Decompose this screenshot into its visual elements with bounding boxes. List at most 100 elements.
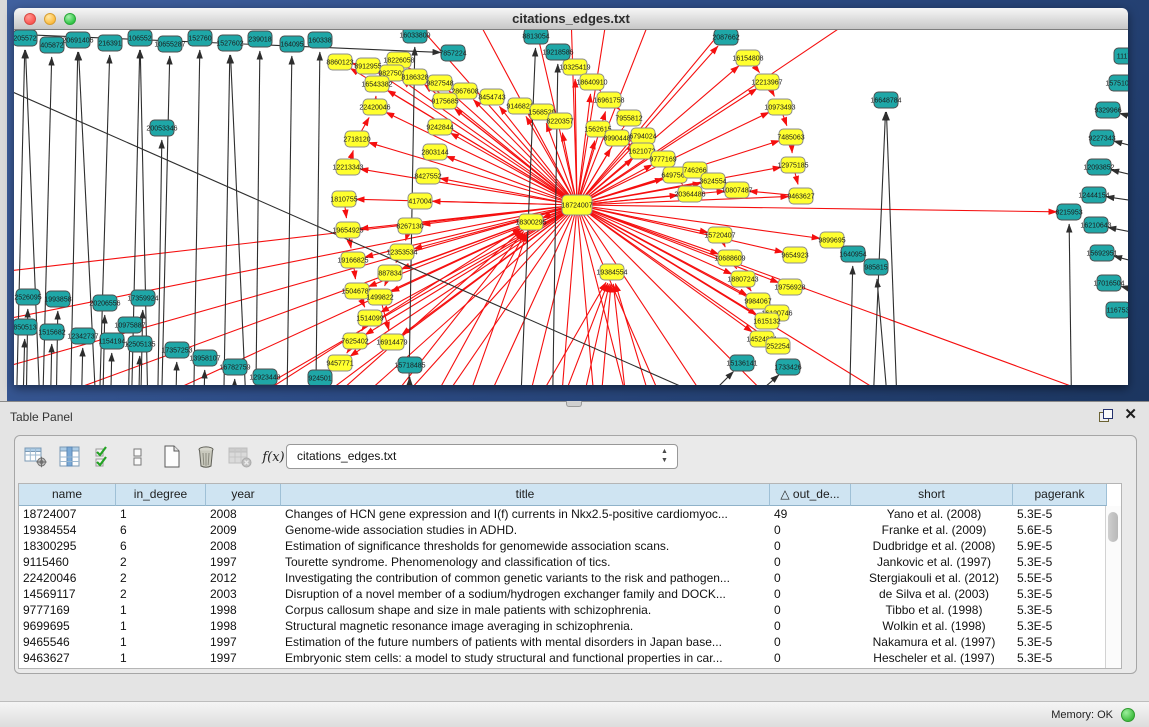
graph-node[interactable]: 15720407 xyxy=(704,227,735,243)
graph-node[interactable]: 20691406 xyxy=(62,32,93,48)
graph-node[interactable]: 12975185 xyxy=(777,157,808,173)
graph-node[interactable]: 7857224 xyxy=(439,45,466,61)
column-header-title[interactable]: title xyxy=(281,484,770,506)
graph-node[interactable]: 8454743 xyxy=(478,89,505,105)
table-row[interactable]: 2242004622012Investigating the contribut… xyxy=(19,570,1121,586)
graph-node[interactable]: 12505135 xyxy=(124,336,155,352)
graph-node[interactable]: 9654923 xyxy=(781,247,808,263)
graph-node[interactable]: 18300295 xyxy=(515,214,546,230)
graph-node[interactable]: 10655287 xyxy=(154,36,185,52)
table-row[interactable]: 1830029562008Estimation of significance … xyxy=(19,538,1121,554)
graph-node[interactable]: 1615132 xyxy=(753,313,780,329)
column-header-out_de[interactable]: △ out_de... xyxy=(770,484,851,506)
graph-node[interactable]: 16210643 xyxy=(1080,217,1111,233)
graph-node[interactable]: 15751074 xyxy=(1105,75,1128,91)
table-mode-icon[interactable] xyxy=(23,444,48,470)
graph-node[interactable]: 7625402 xyxy=(341,333,368,349)
graph-node[interactable]: 985815 xyxy=(864,259,888,275)
graph-node[interactable]: 9457771 xyxy=(326,355,353,371)
column-header-short[interactable]: short xyxy=(851,484,1013,506)
graph-node[interactable]: 9329966 xyxy=(1094,102,1121,118)
graph-node[interactable]: 10688609 xyxy=(714,250,745,266)
graph-node[interactable]: 1515682 xyxy=(38,324,65,340)
graph-node[interactable]: 16914479 xyxy=(376,334,407,350)
graph-node[interactable]: 8220357 xyxy=(546,113,573,129)
graph-node[interactable]: 106552 xyxy=(128,30,152,46)
graph-node[interactable]: 9227343 xyxy=(1088,130,1115,146)
graph-node[interactable]: 7955812 xyxy=(615,110,642,126)
graph-node[interactable]: 16961758 xyxy=(593,92,624,108)
graph-node[interactable]: 8427552 xyxy=(414,168,441,184)
selection-checks-icon[interactable] xyxy=(91,444,116,470)
table-row[interactable]: 946362711997Embryonic stem cells: a mode… xyxy=(19,650,1121,666)
graph-node[interactable]: 6794024 xyxy=(629,128,656,144)
graph-node[interactable]: 8813054 xyxy=(522,30,549,44)
graph-node[interactable]: 1993858 xyxy=(44,291,71,307)
graph-node[interactable]: 9175685 xyxy=(431,93,458,109)
graph-node[interactable]: 20206556 xyxy=(89,295,120,311)
graph-node[interactable]: 10973493 xyxy=(764,99,795,115)
graph-node[interactable]: 9777169 xyxy=(649,151,676,167)
table-row[interactable]: 1456911722003Disruption of a novel membe… xyxy=(19,586,1121,602)
table-row[interactable]: 1872400712008Changes of HCN gene express… xyxy=(19,506,1121,522)
table-row[interactable]: 969969511998Structural magnetic resonanc… xyxy=(19,618,1121,634)
graph-node[interactable]: 405872 xyxy=(40,37,64,53)
graph-node[interactable]: 9899695 xyxy=(818,232,845,248)
graph-node[interactable]: 8267130 xyxy=(396,218,423,234)
column-header-pagerank[interactable]: pagerank xyxy=(1013,484,1107,506)
graph-node[interactable]: 12093852 xyxy=(1083,159,1114,175)
new-column-icon[interactable] xyxy=(159,444,184,470)
graph-node[interactable]: 8186328 xyxy=(401,69,428,85)
graph-node[interactable]: 13958107 xyxy=(189,350,220,366)
column-header-in_degree[interactable]: in_degree xyxy=(116,484,206,506)
graph-node[interactable]: 850513 xyxy=(14,319,37,335)
graph-node[interactable]: 15136141 xyxy=(726,355,757,371)
graph-node[interactable]: 160338 xyxy=(308,32,332,48)
graph-node[interactable]: 1810755 xyxy=(330,191,357,207)
graph-node[interactable]: 152760 xyxy=(188,30,212,46)
graph-node[interactable]: 924501 xyxy=(308,370,332,385)
graph-node[interactable]: 8215953 xyxy=(1055,204,1082,220)
graph-node[interactable]: 2803144 xyxy=(421,144,448,160)
graph-node[interactable]: 18807243 xyxy=(727,271,758,287)
graph-node[interactable]: 12923448 xyxy=(249,369,280,385)
graph-node[interactable]: 19166825 xyxy=(337,252,368,268)
column-header-year[interactable]: year xyxy=(206,484,281,506)
graph-node[interactable]: 8860123 xyxy=(326,54,353,70)
panel-divider-handle[interactable] xyxy=(566,401,582,407)
column-header-name[interactable]: name xyxy=(19,484,116,506)
graph-node[interactable]: 12353534 xyxy=(386,244,417,260)
network-canvas[interactable]: 8860123891295518226058982750316543382818… xyxy=(14,30,1128,385)
scrollbar-thumb[interactable] xyxy=(1108,512,1118,542)
graph-node[interactable]: 19218586 xyxy=(542,44,573,60)
graph-node[interactable]: 2718120 xyxy=(343,131,370,147)
delete-table-icon[interactable] xyxy=(227,444,252,470)
graph-node[interactable]: 9242844 xyxy=(426,119,453,135)
graph-node[interactable]: 16543382 xyxy=(361,76,392,92)
graph-node[interactable]: 15718485 xyxy=(394,357,425,373)
table-select-dropdown[interactable]: citations_edges.txt ▲▼ xyxy=(286,444,678,469)
graph-node[interactable]: 17357253 xyxy=(161,342,192,358)
graph-node[interactable]: 12213967 xyxy=(751,74,782,90)
graph-node[interactable]: 252254 xyxy=(766,338,790,354)
graph-node[interactable]: 11175 xyxy=(1114,48,1128,64)
graph-node[interactable]: 1527602 xyxy=(216,35,243,51)
graph-node[interactable]: 16033809 xyxy=(399,30,430,43)
graph-node[interactable]: 2526095 xyxy=(14,289,41,305)
close-window-icon[interactable] xyxy=(24,13,36,25)
graph-node[interactable]: 20053346 xyxy=(146,120,177,136)
graph-node[interactable]: 10975887 xyxy=(114,317,145,333)
graph-node[interactable]: 19384554 xyxy=(596,264,627,280)
graph-node[interactable]: 9463627 xyxy=(787,188,814,204)
table-row[interactable]: 946554611997Estimation of the future num… xyxy=(19,634,1121,650)
graph-node[interactable]: 164095 xyxy=(280,36,304,52)
table-row[interactable]: 911546021997Tourette syndrome. Phenomeno… xyxy=(19,554,1121,570)
graph-node[interactable]: 15692951 xyxy=(1086,245,1117,261)
graph-node[interactable]: 887834 xyxy=(378,265,402,281)
close-panel-icon[interactable]: ✕ xyxy=(1124,406,1137,424)
show-columns-icon[interactable] xyxy=(57,444,82,470)
table-row[interactable]: 977716911998Corpus callosum shape and si… xyxy=(19,602,1121,618)
graph-node[interactable]: 1154194 xyxy=(99,333,126,349)
delete-column-icon[interactable] xyxy=(193,444,218,470)
vertical-scrollbar[interactable] xyxy=(1105,506,1121,668)
